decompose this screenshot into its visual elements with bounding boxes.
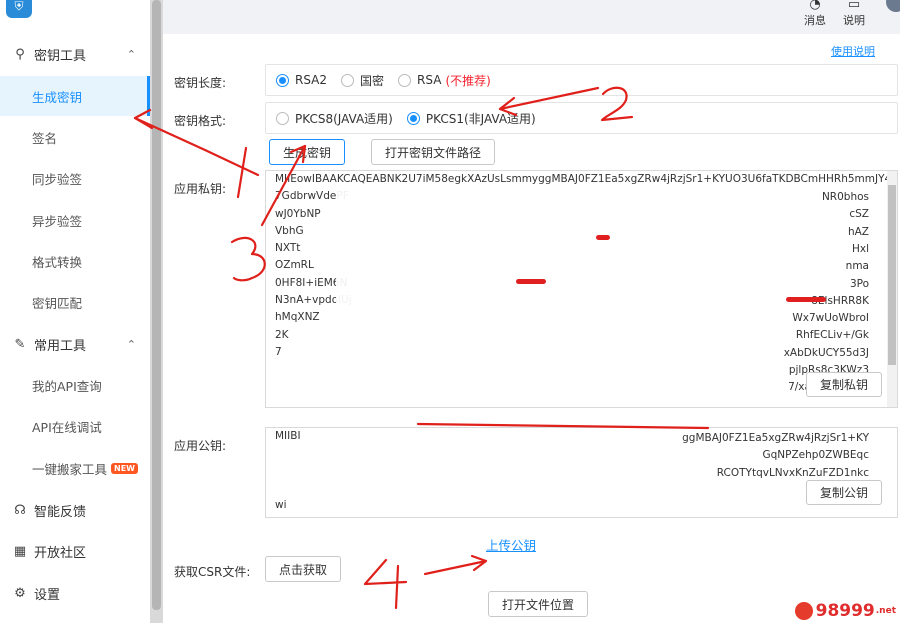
key-length-options: RSA2 国密 RSA (不推荐) [265, 64, 898, 96]
main-panel: 使用说明 密钥长度: RSA2 国密 RSA (不推荐) 密钥格式: PKCS8(… [163, 34, 900, 623]
sidebar-item-generate-key[interactable]: 生成密钥 [0, 76, 150, 116]
private-key-scrollbar[interactable] [887, 171, 897, 407]
generate-key-button[interactable]: 生成密钥 [269, 139, 345, 165]
sidebar-item-format-convert[interactable]: 格式转换 [0, 241, 150, 281]
key-line-fragment: xAbDkUCY55d3J [783, 346, 869, 359]
book-icon: ▭ [847, 0, 861, 12]
sidebar-group-common-tools[interactable]: ✎ 常用工具 ⌃ [0, 324, 150, 364]
grid-icon: ▦ [13, 543, 27, 559]
watermark-logo: 98999 .net [794, 601, 896, 621]
chevron-up-icon: ⌃ [126, 47, 136, 61]
help-button[interactable]: ▭ 说明 [839, 0, 869, 28]
key-line [266, 396, 897, 407]
sidebar-item-community[interactable]: ▦ 开放社区 [0, 531, 150, 571]
public-key-textarea[interactable]: MIIBI wi ggMBAJ0FZ1Ea5xgZRw4jRzjSr1+KY GqN… [265, 427, 898, 518]
key-format-options: PKCS8(JAVA适用) PKCS1(非JAVA适用) [265, 102, 898, 134]
private-key-textarea[interactable]: MIIEowIBAAKCAQEABNK2U7iM58egkXAzUsLsmmyg… [265, 170, 898, 408]
messages-button[interactable]: ◔ 消息 [800, 0, 830, 28]
sidebar-item-sync-verify[interactable]: 同步验签 [0, 158, 150, 198]
key-line: MIIEowIBAAKCAQEABNK2U7iM58egkXAzUsLsmmyg… [275, 173, 897, 185]
key-format-label: 密钥格式: [174, 114, 227, 128]
key-line-fragment: Wx7wUoWbroI [792, 312, 869, 325]
red-smudge [516, 279, 546, 284]
scrollbar-thumb[interactable] [152, 0, 161, 610]
sidebar-group-label: 常用工具 [34, 338, 87, 354]
csr-label: 获取CSR文件: [174, 565, 251, 579]
key-line-fragment: ggMBAJ0FZ1Ea5xgZRw4jRzjSr1+KY [682, 432, 869, 444]
search-icon: ⚲ [15, 46, 25, 62]
redaction-blur [326, 432, 726, 512]
red-smudge [596, 235, 610, 240]
chevron-up-icon: ⌃ [126, 337, 136, 351]
sidebar-item-migrate-tool[interactable]: 一键搬家工具 NEW [0, 448, 150, 488]
avatar[interactable] [886, 0, 900, 12]
copy-public-key-button[interactable]: 复制公钥 [806, 480, 882, 505]
gear-icon: ⚙ [14, 585, 26, 601]
sidebar-item-async-verify[interactable]: 异步验签 [0, 200, 150, 240]
key-line-fragment: 3Po [849, 277, 869, 290]
sidebar-item-sign[interactable]: 签名 [0, 117, 150, 157]
sidebar-scrollbar[interactable] [150, 0, 163, 623]
key-length-label: 密钥长度: [174, 76, 227, 90]
message-icon: ◔ [809, 0, 821, 12]
radio-rsa2[interactable]: RSA2 [276, 73, 327, 87]
sidebar-item-my-api[interactable]: 我的API查询 [0, 365, 150, 405]
key-line-fragment: NR0bhos [821, 191, 869, 203]
radio-pkcs1[interactable]: PKCS1(非JAVA适用) [406, 110, 536, 127]
wrench-icon: ✎ [14, 336, 26, 352]
red-smudge [786, 297, 826, 302]
headset-icon: ☊ [14, 502, 26, 518]
sidebar-item-key-match[interactable]: 密钥匹配 [0, 282, 150, 322]
sidebar: ⛨ ⚲ 密钥工具 ⌃ 生成密钥 签名 同步验签 异步验签 格式转换 密钥匹配 ✎… [0, 0, 150, 623]
watermark-ball-icon [794, 602, 813, 620]
radio-rsa[interactable]: RSA (不推荐) [398, 72, 491, 89]
get-csr-button[interactable]: 点击获取 [265, 556, 341, 582]
not-recommended-note: (不推荐) [445, 73, 491, 88]
key-line-fragment: nma [845, 260, 869, 273]
key-line-fragment: RCOTYtqvLNvxKnZuFZD1nkc [716, 466, 869, 479]
key-line-fragment: RhfECLiv+/Gk [795, 329, 869, 342]
app-logo: ⛨ [6, 0, 32, 18]
upload-public-key-link[interactable]: 上传公钥 [486, 535, 536, 554]
usage-guide-link[interactable]: 使用说明 [831, 43, 875, 59]
sidebar-item-settings[interactable]: ⚙ 设置 [0, 573, 150, 613]
radio-pkcs8[interactable]: PKCS8(JAVA适用) [276, 110, 393, 127]
new-badge: NEW [111, 462, 138, 474]
sidebar-group-label: 密钥工具 [34, 48, 87, 64]
key-line-fragment: cSZ [849, 208, 869, 221]
open-key-path-button[interactable]: 打开密钥文件路径 [371, 139, 495, 165]
public-key-label: 应用公钥: [174, 439, 227, 453]
key-line-fragment: GqNPZehp0ZWBEqc [762, 449, 870, 462]
sidebar-group-key-tools[interactable]: ⚲ 密钥工具 ⌃ [0, 34, 150, 74]
scrollbar-thumb[interactable] [888, 185, 896, 365]
open-file-location-button[interactable]: 打开文件位置 [488, 591, 588, 617]
key-line-fragment: Hxl [851, 242, 869, 255]
copy-private-key-button[interactable]: 复制私钥 [806, 372, 882, 397]
redaction-blur [336, 189, 836, 389]
sidebar-item-api-debug[interactable]: API在线调试 [0, 406, 150, 446]
key-line-fragment: hAZ [847, 225, 869, 238]
private-key-label: 应用私钥: [174, 182, 227, 196]
sidebar-item-feedback[interactable]: ☊ 智能反馈 [0, 490, 150, 530]
radio-guomi[interactable]: 国密 [341, 72, 384, 89]
